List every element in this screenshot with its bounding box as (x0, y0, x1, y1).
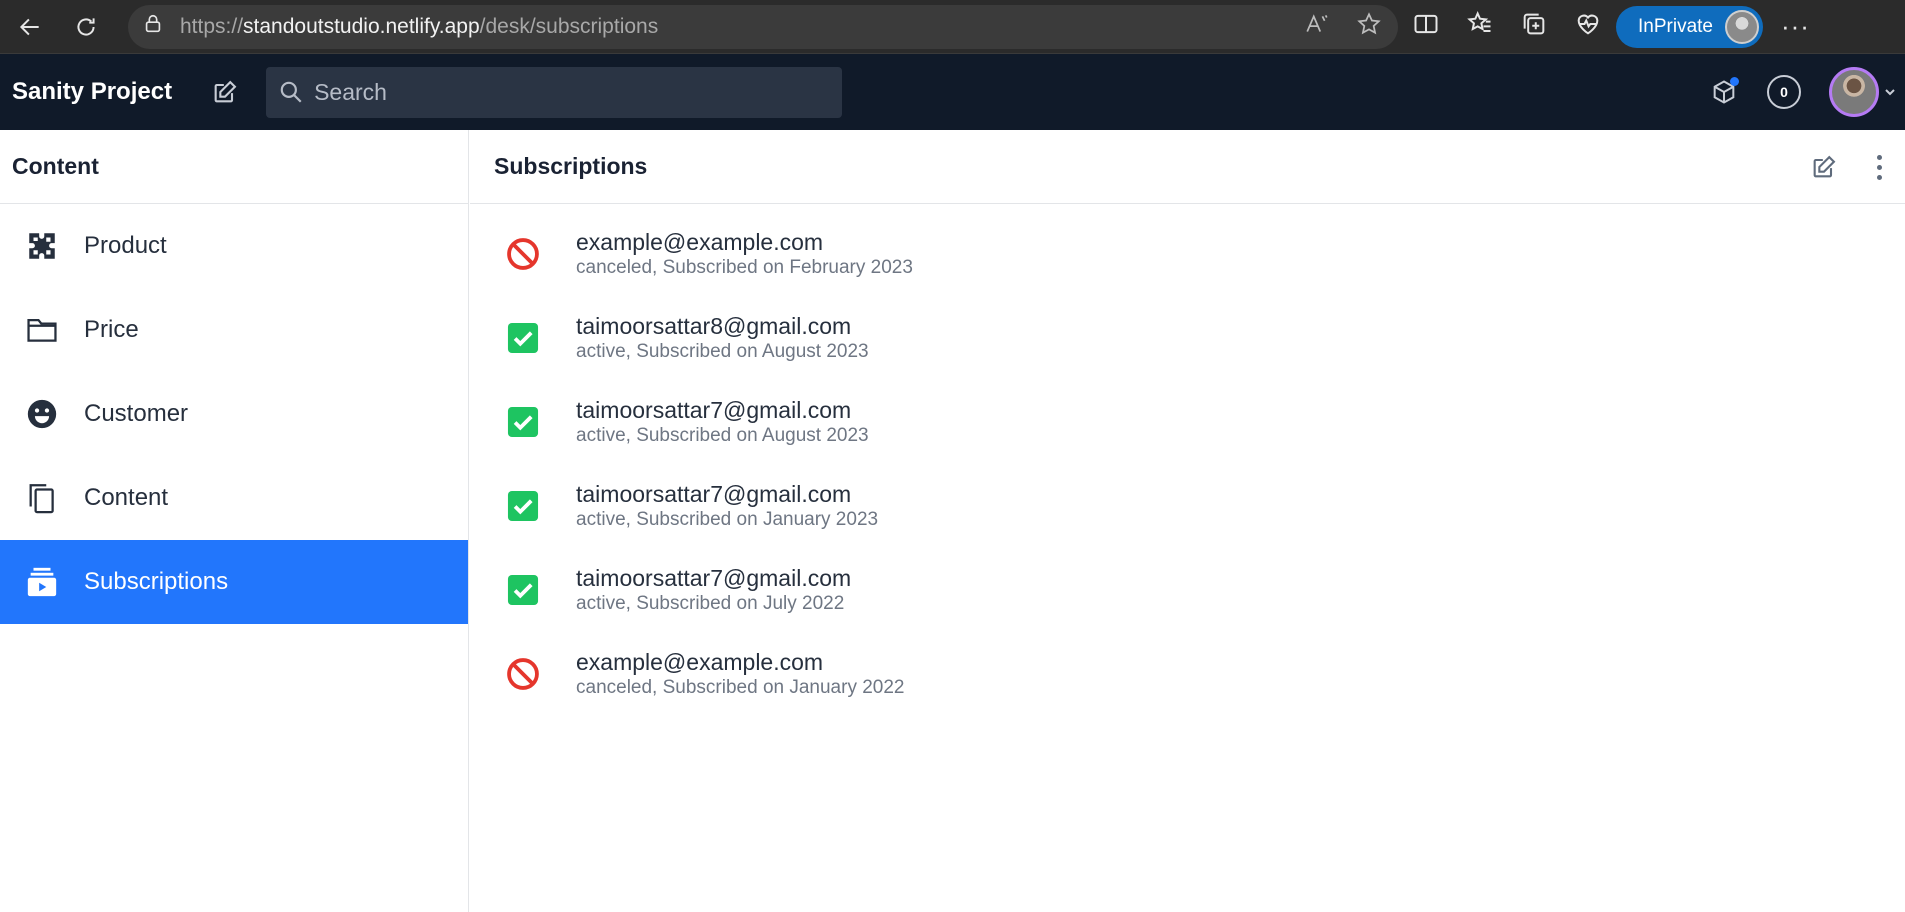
subscription-list: example@example.com canceled, Subscribed… (470, 204, 1905, 716)
collections-icon (1523, 13, 1545, 35)
subscription-email: taimoorsattar7@gmail.com (576, 397, 852, 423)
refresh-button[interactable] (66, 7, 106, 47)
lock-icon (142, 13, 164, 40)
arrow-left-icon (19, 18, 39, 35)
compose-button[interactable] (208, 75, 242, 109)
pane-menu-button[interactable] (1869, 150, 1889, 184)
favorites-icon (1467, 11, 1491, 32)
checkbox-checked-icon (504, 571, 542, 609)
compose-icon (214, 80, 237, 103)
project-title[interactable]: Sanity Project (12, 78, 172, 106)
nav-item-label: Content (84, 484, 169, 511)
split-screen-button[interactable] (1412, 10, 1440, 43)
list-item[interactable]: example@example.com canceled, Subscribed… (470, 632, 1905, 716)
search-icon (280, 81, 302, 103)
subscription-subtitle: active, Subscribed on August 2023 (576, 425, 869, 446)
content-type-list: Product Price Customer Content Subscript… (0, 204, 468, 624)
counter-badge[interactable]: 0 (1767, 75, 1801, 109)
nav-item-price[interactable]: Price (0, 288, 468, 372)
user-avatar[interactable] (1829, 67, 1879, 117)
dot (1876, 174, 1882, 180)
canceled-icon (504, 235, 542, 273)
list-item[interactable]: example@example.com canceled, Subscribed… (470, 212, 1905, 296)
avatar-menu-caret[interactable] (1883, 85, 1897, 99)
search-box[interactable] (266, 66, 843, 118)
nav-item-content[interactable]: Content (0, 456, 468, 540)
url-host: standoutstudio.netlify.app (243, 14, 480, 38)
nav-item-label: Price (84, 316, 139, 343)
create-document-button[interactable] (1807, 150, 1841, 184)
subscription-email: taimoorsattar7@gmail.com (576, 481, 852, 507)
address-bar[interactable]: https://standoutstudio.netlify.app/desk/… (128, 4, 1398, 49)
content-pane-title: Content (0, 130, 468, 204)
nav-item-customer[interactable]: Customer (0, 372, 468, 456)
nav-item-product[interactable]: Product (0, 204, 468, 288)
list-item[interactable]: taimoorsattar7@gmail.com active, Subscri… (470, 380, 1905, 464)
folder-icon (24, 312, 60, 348)
nav-item-label: Customer (84, 400, 189, 427)
split-screen-icon (1414, 14, 1438, 34)
list-item[interactable]: taimoorsattar8@gmail.com active, Subscri… (470, 296, 1905, 380)
package-status-button[interactable] (1707, 75, 1741, 109)
url-path: /desk/subscriptions (479, 14, 659, 38)
favorites-button[interactable] (1466, 10, 1494, 43)
content-pane: Content Product Price Customer Content S… (0, 130, 469, 912)
collections-button[interactable] (1520, 10, 1548, 43)
dot (1876, 154, 1882, 160)
subscription-email: taimoorsattar7@gmail.com (576, 565, 852, 591)
chevron-down-icon (1885, 89, 1895, 96)
subscriptions-pane: Subscriptions example@example.com cancel… (470, 130, 1905, 912)
profile-avatar (1724, 9, 1759, 44)
studio-navbar: Sanity Project 0 (0, 54, 1905, 130)
refresh-icon (77, 17, 95, 35)
dot (1876, 164, 1882, 170)
heart-pulse-icon (1577, 14, 1599, 35)
subscription-email: taimoorsattar8@gmail.com (576, 313, 852, 339)
checkbox-checked-icon (504, 487, 542, 525)
back-button[interactable] (10, 7, 50, 47)
star-icon (1357, 12, 1381, 35)
subscription-subtitle: canceled, Subscribed on January 2022 (576, 677, 905, 698)
favorite-star-button[interactable] (1356, 11, 1382, 42)
copy-icon (24, 480, 60, 516)
list-item[interactable]: taimoorsattar7@gmail.com active, Subscri… (470, 548, 1905, 632)
checkbox-checked-icon (504, 319, 542, 357)
canceled-icon (504, 655, 542, 693)
smiley-icon (24, 396, 60, 432)
subscription-email: example@example.com (576, 649, 824, 675)
notification-dot (1730, 77, 1739, 86)
nav-item-label: Product (84, 232, 167, 259)
subscriptions-icon (24, 564, 60, 600)
subscription-email: example@example.com (576, 229, 824, 255)
browser-menu-button[interactable]: ··· (1781, 11, 1810, 42)
checkbox-checked-icon (504, 403, 542, 441)
subscriptions-pane-title: Subscriptions (494, 153, 648, 179)
puzzle-icon (24, 228, 60, 264)
subscription-subtitle: canceled, Subscribed on February 2023 (576, 257, 913, 278)
nav-item-subscriptions[interactable]: Subscriptions (0, 540, 468, 624)
compose-icon (1813, 155, 1836, 178)
subscription-subtitle: active, Subscribed on July 2022 (576, 593, 845, 614)
read-aloud-icon (1306, 14, 1328, 32)
nav-item-label: Subscriptions (84, 568, 229, 595)
read-aloud-button[interactable] (1304, 11, 1330, 42)
browser-toolbar: https://standoutstudio.netlify.app/desk/… (0, 0, 1905, 54)
subscription-subtitle: active, Subscribed on August 2023 (576, 341, 869, 362)
inprivate-button[interactable]: InPrivate (1616, 5, 1763, 48)
subscriptions-pane-header: Subscriptions (470, 130, 1905, 204)
browser-essentials-button[interactable] (1574, 10, 1602, 43)
url-text: https://standoutstudio.netlify.app/desk/… (180, 15, 658, 39)
list-item[interactable]: taimoorsattar7@gmail.com active, Subscri… (470, 464, 1905, 548)
url-prefix: https:// (180, 14, 244, 38)
search-input[interactable] (314, 78, 815, 106)
inprivate-label: InPrivate (1638, 15, 1713, 37)
subscription-subtitle: active, Subscribed on January 2023 (576, 509, 879, 530)
